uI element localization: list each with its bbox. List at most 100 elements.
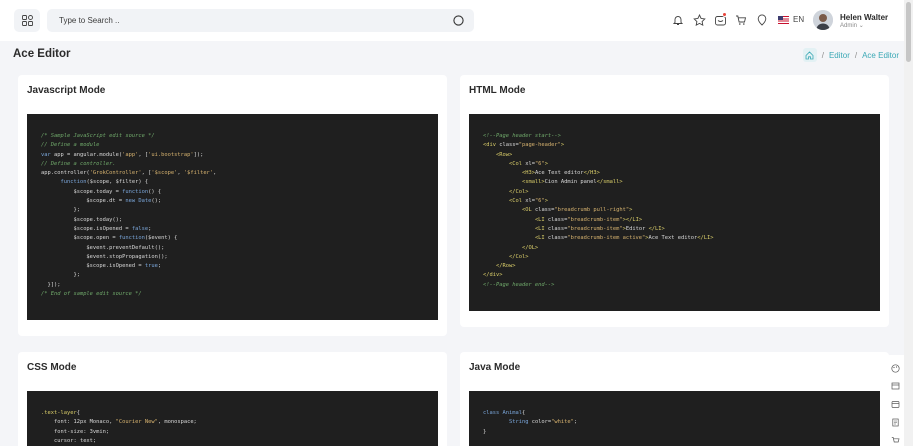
code-token: </small>	[596, 179, 623, 186]
code-line: font: 12px Monaco, "Courier New", monosp…	[41, 418, 438, 427]
page-scrollbar[interactable]	[904, 0, 913, 446]
cart-icon[interactable]	[891, 436, 900, 445]
code-token: "page-header"	[518, 142, 561, 149]
code-line: $scope.isOpened = true;	[41, 262, 438, 271]
home-icon	[805, 50, 814, 59]
page-title: Ace Editor	[13, 48, 71, 60]
breadcrumb-home[interactable]	[802, 48, 817, 62]
code-token: class	[483, 410, 500, 416]
code-line: class Animal{	[483, 409, 880, 418]
code-token: <small>	[521, 179, 545, 186]
language-selector[interactable]: EN	[778, 15, 804, 24]
code-line: font-size: 3vmin;	[41, 428, 438, 437]
code-token: var	[41, 151, 51, 158]
code-token: </OL>	[521, 244, 539, 251]
code-token: <Row>	[495, 151, 513, 158]
java-mode-card: Java Mode class Animal{ String color="wh…	[460, 352, 889, 446]
user-name[interactable]: Helen Walter	[840, 13, 888, 22]
card-icon[interactable]	[891, 400, 900, 409]
message-icon[interactable]	[713, 12, 727, 27]
code-token: "Courier New"	[115, 419, 158, 426]
code-token: >	[544, 198, 548, 205]
card-title: CSS Mode	[27, 362, 77, 373]
code-token: "breadcrumb-item"	[567, 216, 623, 223]
code-token: function	[122, 188, 149, 195]
code-token: class=	[495, 142, 519, 149]
bell-icon[interactable]	[671, 13, 685, 27]
code-token: <LI	[534, 225, 545, 232]
code-line: app.controller('GrokController', ['$scop…	[41, 169, 438, 178]
code-token: {	[76, 410, 80, 416]
code-token: }]);	[41, 281, 61, 288]
document-icon[interactable]	[891, 418, 900, 427]
apps-grid-button[interactable]	[14, 9, 40, 32]
code-token: </Col>	[508, 188, 529, 195]
code-token: <div	[483, 142, 496, 149]
code-token: ();	[151, 198, 162, 205]
code-token: "breadcrumb pull-right"	[554, 207, 630, 214]
java-code-editor[interactable]: class Animal{ String color="white";}	[469, 391, 880, 446]
avatar[interactable]	[813, 10, 833, 30]
code-token: </Col>	[508, 253, 529, 260]
javascript-code-editor[interactable]: /* Sample JavaScript edit source */ // De…	[27, 114, 438, 320]
code-token: >	[560, 142, 565, 149]
breadcrumb-item-editor[interactable]: Editor	[829, 51, 850, 60]
box-icon[interactable]	[891, 381, 900, 390]
search-icon[interactable]	[452, 14, 465, 27]
code-line: </div>	[483, 271, 880, 280]
code-token: xl=	[521, 198, 535, 205]
card-title: Java Mode	[469, 362, 521, 373]
code-token: <LI	[534, 235, 545, 242]
code-token: Cion Admin panel	[544, 179, 597, 186]
card-title: Javascript Mode	[27, 85, 106, 96]
code-line: var app = angular.module('app', ['ui.boo…	[41, 151, 438, 160]
code-token: color=	[528, 419, 552, 426]
cart-icon[interactable]	[734, 13, 748, 27]
code-token: $scope.isOpened =	[41, 263, 145, 270]
breadcrumb-separator: /	[821, 50, 824, 60]
palette-icon[interactable]	[891, 364, 900, 373]
code-token: xl=	[521, 160, 535, 167]
code-line: // Define a controller.	[41, 160, 438, 169]
code-token: </LI>	[697, 235, 714, 242]
code-token: <Col	[508, 160, 522, 167]
css-code-editor[interactable]: .text-layer{ font: 12px Monaco, "Courier…	[27, 391, 438, 446]
code-token: true	[144, 263, 158, 270]
code-token: >	[629, 207, 633, 214]
code-line: <small>Cion Admin panel</small>	[483, 178, 880, 187]
star-icon[interactable]	[692, 13, 706, 27]
code-token: class=	[544, 235, 568, 242]
code-token: >	[544, 160, 548, 167]
code-line: <H3>Ace Text editor</H3>	[483, 169, 880, 178]
location-pin-icon[interactable]	[755, 13, 769, 27]
html-code-editor[interactable]: <!--Page header start--> <div class="page…	[469, 114, 880, 311]
code-token: <OL	[521, 207, 532, 214]
code-token: $scope.dt =	[41, 198, 126, 205]
search-input[interactable]	[59, 9, 439, 32]
code-token: /* Sample JavaScript edit source */	[41, 133, 155, 139]
code-token: $scope.open =	[41, 235, 119, 242]
code-token: </div>	[483, 272, 503, 279]
code-token: 'ui.bootstrap'	[148, 151, 194, 158]
code-token: Editor	[625, 225, 649, 232]
breadcrumb-item-ace-editor[interactable]: Ace Editor	[862, 51, 899, 60]
code-token: , [	[138, 151, 149, 158]
code-token: "6"	[534, 198, 545, 205]
code-token: Animal	[502, 410, 522, 416]
code-line: <LI class="breadcrumb-item">Editor </LI>	[483, 225, 880, 234]
code-line: };	[41, 271, 438, 280]
scrollbar-thumb[interactable]	[906, 2, 911, 62]
notification-dot	[722, 12, 727, 17]
user-role[interactable]: Admin ⌄	[840, 22, 864, 29]
us-flag-icon	[778, 15, 789, 24]
